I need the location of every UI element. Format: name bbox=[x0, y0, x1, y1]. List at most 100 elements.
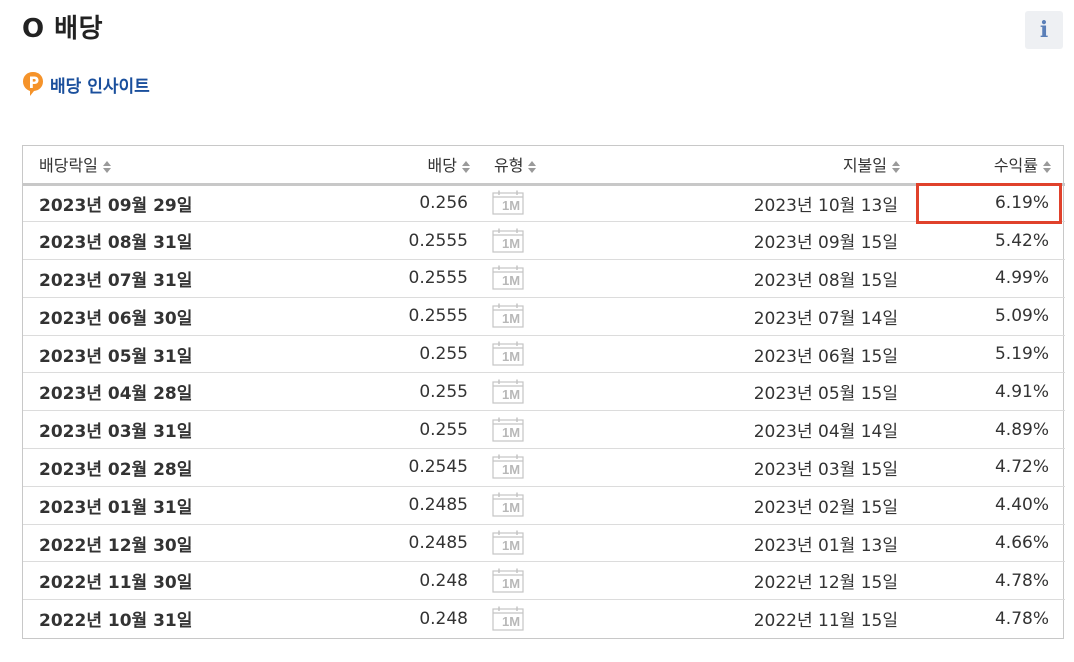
monthly-calendar-icon: 1M bbox=[492, 454, 526, 480]
ex-date-cell: 2023년 07월 31일 bbox=[23, 259, 213, 298]
dividend-cell: 0.256 bbox=[213, 184, 484, 223]
insight-logo-icon bbox=[23, 72, 43, 96]
sort-icon bbox=[528, 160, 537, 173]
column-label: 유형 bbox=[494, 156, 524, 176]
dividend-table: 배당락일 배당 유형 지불일 수익률 2023년 09월 29일 0.256 1M 2… bbox=[22, 145, 1065, 639]
calendar-icon-label: 1M bbox=[502, 349, 521, 365]
table-header-row: 배당락일 배당 유형 지불일 수익률 bbox=[23, 146, 1065, 186]
yield-cell: 6.19% bbox=[914, 182, 1065, 225]
column-header-type[interactable]: 유형 bbox=[484, 146, 614, 186]
yield-cell: 5.19% bbox=[914, 335, 1065, 374]
monthly-calendar-icon: 1M bbox=[492, 568, 526, 594]
column-header-yield[interactable]: 수익률 bbox=[914, 146, 1065, 186]
yield-value: 4.66% bbox=[994, 533, 1049, 554]
table-row: 2023년 05월 31일 0.255 1M 2023년 06월 15일 5.19% bbox=[23, 335, 1065, 374]
table-row: 2023년 08월 31일 0.2555 1M 2023년 09월 15일 5.42% bbox=[23, 221, 1065, 261]
type-cell: 1M bbox=[484, 297, 614, 336]
type-cell: 1M bbox=[484, 600, 614, 638]
sort-icon bbox=[892, 160, 900, 173]
yield-cell: 4.72% bbox=[914, 448, 1065, 487]
table-row: 2022년 10월 31일 0.248 1M 2022년 11월 15일 4.78% bbox=[23, 600, 1065, 638]
dividend-cell: 0.2555 bbox=[213, 259, 484, 298]
calendar-icon-label: 1M bbox=[502, 613, 521, 629]
dividend-cell: 0.248 bbox=[419, 608, 468, 629]
column-header-pay-date[interactable]: 지불일 bbox=[614, 146, 914, 186]
yield-cell: 4.78% bbox=[914, 600, 1065, 638]
type-cell: 1M bbox=[484, 486, 614, 525]
ex-date-cell: 2022년 12월 30일 bbox=[23, 524, 213, 563]
type-cell: 1M bbox=[484, 372, 614, 412]
yield-value: 4.91% bbox=[994, 381, 1049, 402]
yield-value: 6.19% bbox=[994, 193, 1049, 214]
dividend-cell: 0.2545 bbox=[213, 448, 484, 487]
monthly-calendar-icon: 1M bbox=[492, 492, 526, 518]
pay-date-cell: 2023년 10월 13일 bbox=[614, 184, 914, 223]
pay-date-cell: 2022년 11월 15일 bbox=[753, 611, 898, 632]
calendar-icon-label: 1M bbox=[502, 311, 521, 327]
column-label: 지불일 bbox=[842, 156, 887, 176]
column-header-ex-date[interactable]: 배당락일 bbox=[23, 146, 213, 186]
ex-date-cell: 2023년 05월 31일 bbox=[23, 335, 213, 374]
ex-date-cell: 2023년 06월 30일 bbox=[23, 297, 213, 336]
calendar-icon-label: 1M bbox=[502, 386, 521, 402]
table-row: 2022년 12월 30일 0.2485 1M 2023년 01월 13일 4.66% bbox=[23, 524, 1065, 563]
dividend-cell: 0.2555 bbox=[213, 297, 484, 336]
table-row: 2023년 01월 31일 0.2485 1M 2023년 02월 15일 4.40% bbox=[23, 486, 1065, 525]
calendar-icon-label: 1M bbox=[502, 273, 521, 289]
yield-value: 4.99% bbox=[994, 268, 1049, 289]
yield-cell: 4.91% bbox=[914, 372, 1065, 412]
sort-icon bbox=[462, 160, 470, 173]
yield-cell: 4.66% bbox=[914, 524, 1065, 563]
calendar-icon-label: 1M bbox=[502, 538, 521, 554]
pay-date-cell: 2023년 01월 13일 bbox=[614, 524, 914, 563]
calendar-icon-label: 1M bbox=[502, 198, 521, 214]
monthly-calendar-icon: 1M bbox=[492, 265, 526, 291]
dividend-cell: 0.2555 bbox=[213, 221, 484, 261]
ex-date-cell: 2023년 02월 28일 bbox=[23, 448, 213, 487]
yield-value: 5.42% bbox=[994, 230, 1049, 251]
table-row: 2023년 06월 30일 0.2555 1M 2023년 07월 14일 5.09% bbox=[23, 297, 1065, 336]
monthly-calendar-icon: 1M bbox=[492, 417, 526, 443]
dividend-cell: 0.255 bbox=[213, 335, 484, 374]
yield-value: 4.40% bbox=[994, 495, 1049, 516]
yield-cell: 4.78% bbox=[914, 561, 1065, 601]
type-cell: 1M bbox=[484, 221, 614, 261]
dividend-cell: 0.2485 bbox=[213, 486, 484, 525]
column-label: 배당 bbox=[427, 156, 457, 176]
monthly-calendar-icon: 1M bbox=[492, 228, 526, 254]
column-header-dividend[interactable]: 배당 bbox=[213, 146, 484, 186]
type-cell: 1M bbox=[484, 259, 614, 298]
ex-date-cell: 2022년 10월 31일 bbox=[39, 611, 193, 632]
calendar-icon-label: 1M bbox=[502, 424, 521, 440]
yield-cell: 4.89% bbox=[914, 410, 1065, 450]
ex-date-cell: 2023년 03월 31일 bbox=[23, 410, 213, 450]
yield-value: 4.72% bbox=[994, 457, 1049, 478]
monthly-calendar-icon: 1M bbox=[492, 303, 526, 329]
type-cell: 1M bbox=[484, 335, 614, 374]
pay-date-cell: 2023년 06월 15일 bbox=[614, 335, 914, 374]
monthly-calendar-icon: 1M bbox=[492, 606, 526, 632]
ex-date-cell: 2022년 11월 30일 bbox=[23, 561, 213, 601]
yield-value: 5.09% bbox=[994, 306, 1049, 327]
ex-date-cell: 2023년 09월 29일 bbox=[23, 184, 213, 223]
type-cell: 1M bbox=[484, 561, 614, 601]
monthly-calendar-icon: 1M bbox=[492, 190, 526, 216]
dividend-cell: 0.255 bbox=[213, 410, 484, 450]
calendar-icon-label: 1M bbox=[502, 575, 521, 591]
pay-date-cell: 2023년 05월 15일 bbox=[614, 372, 914, 412]
pay-date-cell: 2023년 08월 15일 bbox=[614, 259, 914, 298]
calendar-icon-label: 1M bbox=[502, 462, 521, 478]
info-button[interactable]: i bbox=[1025, 11, 1063, 49]
yield-cell: 5.09% bbox=[914, 297, 1065, 336]
calendar-icon-label: 1M bbox=[502, 500, 521, 516]
monthly-calendar-icon: 1M bbox=[492, 530, 526, 556]
pay-date-cell: 2023년 03월 15일 bbox=[614, 448, 914, 487]
monthly-calendar-icon: 1M bbox=[492, 379, 526, 405]
dividend-insight-link[interactable]: 배당 인사이트 bbox=[22, 71, 150, 97]
table-row: 2023년 04월 28일 0.255 1M 2023년 05월 15일 4.91% bbox=[23, 372, 1065, 412]
type-cell: 1M bbox=[484, 524, 614, 563]
table-row: 2023년 09월 29일 0.256 1M 2023년 10월 13일 6.19% bbox=[23, 182, 1065, 225]
table-row: 2022년 11월 30일 0.248 1M 2022년 12월 15일 4.78% bbox=[23, 561, 1065, 601]
pay-date-cell: 2023년 07월 14일 bbox=[614, 297, 914, 336]
ex-date-cell: 2023년 04월 28일 bbox=[23, 372, 213, 412]
